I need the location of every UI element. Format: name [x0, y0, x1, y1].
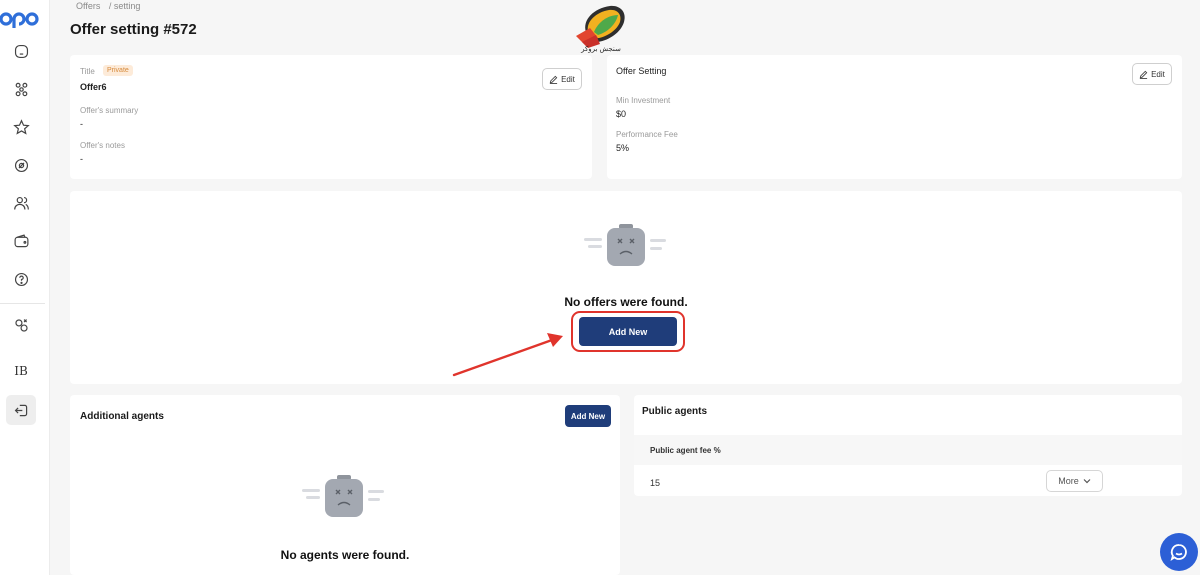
summary-label: Offer's summary — [80, 106, 139, 115]
sidebar-item-ib[interactable]: IB — [8, 358, 34, 384]
brand-logo[interactable] — [0, 8, 42, 28]
pencil-icon — [1139, 70, 1148, 79]
offer-title-value: Offer6 — [80, 82, 107, 92]
chat-icon — [1170, 544, 1187, 562]
empty-robot-icon — [302, 475, 384, 517]
empty-robot-icon — [584, 224, 666, 266]
notes-value: - — [80, 154, 83, 164]
logout-icon[interactable] — [6, 395, 36, 425]
home-icon[interactable] — [8, 38, 34, 64]
public-agent-fee-cell: 15 — [650, 478, 661, 488]
chevron-down-icon — [1083, 479, 1091, 484]
sidebar: IB — [0, 0, 50, 575]
summary-value: - — [80, 119, 83, 129]
users-icon[interactable] — [8, 190, 34, 216]
edit-offer-label: Edit — [561, 74, 575, 84]
no-offers-text: No offers were found. — [564, 295, 688, 309]
offers-panel: No offers were found. Add New — [70, 191, 1182, 384]
breadcrumb-offers[interactable]: Offers — [76, 1, 100, 11]
wallet-icon[interactable] — [8, 228, 34, 254]
help-icon[interactable] — [8, 266, 34, 292]
more-button[interactable]: More — [1046, 470, 1103, 492]
private-badge: Private — [103, 65, 133, 76]
integrations-icon[interactable] — [8, 312, 34, 338]
pencil-icon — [549, 75, 558, 84]
additional-agents-title: Additional agents — [80, 411, 164, 422]
title-label: Title — [80, 67, 95, 76]
network-icon[interactable] — [8, 76, 34, 102]
performance-fee-value: 5% — [616, 143, 630, 153]
min-investment-value: $0 — [616, 109, 627, 119]
edit-offer-button[interactable]: Edit — [542, 68, 582, 90]
offer-details-card: Title Private Offer6 Offer's summary - O… — [70, 55, 592, 179]
settings-icon[interactable] — [8, 152, 34, 178]
breadcrumb-setting: / setting — [108, 1, 141, 11]
page-title: Offer setting #572 — [70, 21, 197, 38]
offer-setting-card: Offer Setting Min Investment $0 Performa… — [607, 55, 1182, 179]
add-new-offer-button[interactable]: Add New — [579, 317, 677, 346]
chat-support-button[interactable] — [1160, 533, 1198, 571]
edit-setting-button[interactable]: Edit — [1132, 63, 1172, 85]
star-icon[interactable] — [8, 114, 34, 140]
add-agent-button[interactable]: Add New — [565, 405, 611, 427]
edit-setting-label: Edit — [1151, 69, 1165, 79]
public-agents-panel: Public agents Public agent fee % 15 More — [634, 395, 1182, 496]
public-agents-table-header: Public agent fee % — [634, 435, 1182, 465]
public-agents-title: Public agents — [642, 406, 708, 417]
column-header-fee: Public agent fee % — [650, 446, 721, 455]
performance-fee-label: Performance Fee — [616, 130, 678, 139]
no-agents-text: No agents were found. — [280, 548, 410, 562]
offer-setting-heading: Offer Setting — [616, 66, 667, 76]
breadcrumb: Offers / setting — [76, 1, 146, 11]
min-investment-label: Min Investment — [616, 96, 671, 105]
notes-label: Offer's notes — [80, 141, 125, 150]
brand-overlay-caption: سنجش بروکر — [581, 46, 621, 53]
annotation-arrow-icon — [452, 333, 563, 377]
additional-agents-panel: Additional agents Add New No agents were… — [70, 395, 620, 575]
more-label: More — [1058, 476, 1079, 486]
sidebar-divider — [0, 303, 45, 304]
